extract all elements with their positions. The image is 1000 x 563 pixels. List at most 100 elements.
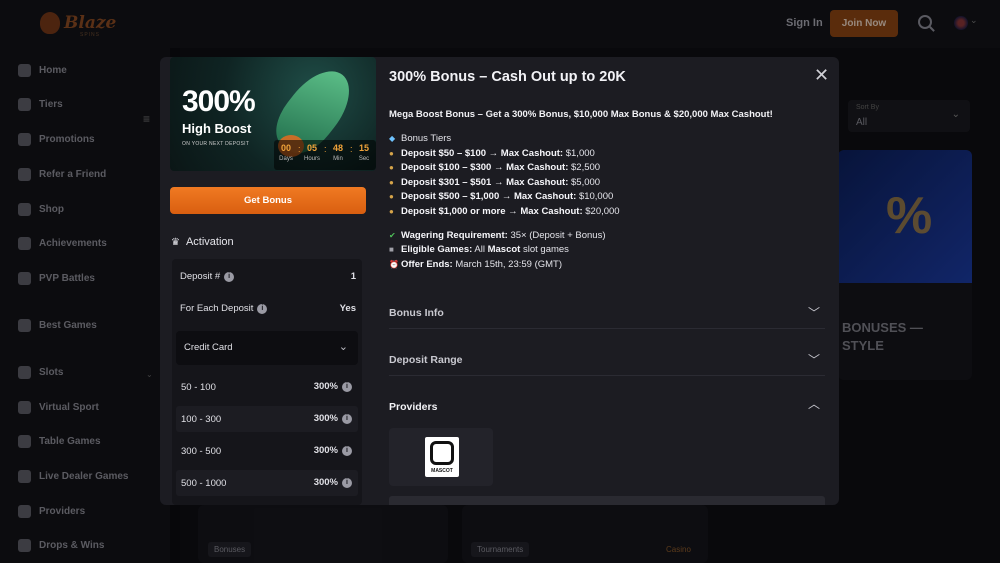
close-icon[interactable]: ✕ (814, 65, 829, 86)
banner-percent: 300% (182, 85, 256, 118)
accordion-title: Providers (389, 401, 438, 413)
deposit-range-row: 300 - 500 300% i (176, 438, 358, 464)
tier-row: ● Deposit $500 – $1,000 → Max Cashout: $1… (389, 191, 613, 202)
range-percent: 300% i (314, 413, 352, 424)
info-icon[interactable]: i (342, 445, 352, 456)
provider-name: MASCOT (431, 468, 453, 474)
tier-deposit: Deposit $301 – $501 → Max Cashout: (401, 177, 569, 188)
wagering-row: ✔ Wagering Requirement: 35× (Deposit + Bo… (389, 230, 606, 241)
activation-heading: ♛ Activation (171, 236, 234, 248)
info-icon[interactable]: i (257, 303, 268, 314)
chevron-up-icon: ︿ (808, 397, 821, 411)
timer-minutes: 48 Min (328, 143, 348, 162)
bonus-modal: 300% High Boost ON YOUR NEXT DEPOSIT 00 D… (160, 57, 839, 505)
banner-subtitle: ON YOUR NEXT DEPOSIT (182, 141, 250, 147)
tier-max: $10,000 (578, 191, 614, 202)
check-icon: ✔ (389, 231, 396, 240)
alarm-clock-icon: ⏰ (389, 260, 399, 269)
info-icon[interactable]: i (342, 413, 352, 424)
mascot-logo: MASCOT (425, 437, 459, 477)
modal-title: 300% Bonus – Cash Out up to 20K (389, 69, 626, 85)
tier-row: ● Deposit $50 – $100 → Max Cashout: $1,00… (389, 148, 595, 159)
ends-label: Offer Ends: (401, 259, 453, 270)
chevron-down-icon: ﹀ (808, 306, 821, 320)
gamepad-icon: ■ (389, 245, 394, 254)
payment-method-select[interactable]: Credit Card ⌄ (176, 331, 358, 365)
info-icon[interactable]: i (342, 381, 352, 392)
banner-title: High Boost (182, 121, 252, 136)
bonus-details: 300% Bonus – Cash Out up to 20K ✕ Mega B… (376, 57, 839, 505)
money-bag-icon: ● (389, 207, 394, 216)
crown-icon: ♛ (171, 236, 180, 248)
chevron-down-icon: ﹀ (808, 353, 821, 367)
bonus-description: Mega Boost Bonus – Get a 300% Bonus, $10… (389, 109, 773, 120)
deposit-range-row: 50 - 100 300% i (176, 374, 358, 400)
timer-separator: : (350, 144, 353, 154)
timer-value: 00 (280, 143, 291, 153)
timer-seconds: 15 Sec (354, 143, 374, 162)
range-value: 50 - 100 (181, 382, 216, 393)
bonus-tiers-heading: ◆ Bonus Tiers (389, 133, 451, 144)
money-bag-icon: ● (389, 192, 394, 201)
get-bonus-button[interactable]: Get Bonus (170, 187, 366, 214)
each-deposit-row: For Each Deposit i Yes (180, 303, 356, 314)
tier-max: $5,000 (571, 177, 601, 188)
accordion-title: Bonus Info (389, 307, 444, 319)
chevron-down-icon: ⌄ (338, 341, 348, 353)
provider-card[interactable]: MASCOT (389, 428, 493, 486)
games-pre: All (474, 244, 485, 255)
tier-max: $20,000 (585, 206, 620, 217)
money-bag-icon: ● (389, 178, 394, 187)
timer-value: 15 (358, 143, 369, 153)
deposit-number-row: Deposit # i 1 (180, 271, 356, 282)
timer-value: 48 (332, 143, 343, 153)
timer-days: 00 Days (276, 143, 296, 162)
tier-row: ● Deposit $301 – $501 → Max Cashout: $5,0… (389, 177, 600, 188)
games-label: Eligible Games: (401, 244, 473, 255)
tier-deposit: Deposit $500 – $1,000 → Max Cashout: (401, 191, 577, 202)
divider (389, 375, 825, 376)
games-brand: Mascot (487, 244, 521, 255)
mascot-mark-icon (430, 441, 454, 465)
timer-value: 05 (306, 143, 317, 153)
timer-label: Days (279, 156, 293, 162)
range-percent-value: 300% (313, 381, 338, 392)
timer-hours: 05 Hours (302, 143, 322, 162)
eligible-games-row: ■ Eligible Games: All Mascot slot games (389, 244, 569, 255)
range-percent-value: 300% (313, 445, 338, 456)
each-deposit-label: For Each Deposit (180, 303, 254, 314)
bonus-side-panel: 300% High Boost ON YOUR NEXT DEPOSIT 00 D… (160, 57, 376, 505)
money-bag-icon: ● (389, 149, 394, 158)
money-bag-icon: ● (389, 163, 394, 172)
provider-list-footer (389, 496, 825, 505)
tier-max: $1,000 (565, 148, 595, 159)
tier-deposit: Deposit $100 – $300 → Max Cashout: (401, 162, 569, 173)
tier-row: ● Deposit $100 – $300 → Max Cashout: $2,5… (389, 162, 600, 173)
range-percent-value: 300% (313, 477, 338, 488)
diamond-icon: ◆ (389, 134, 396, 143)
wagering-label: Wagering Requirement: (401, 230, 508, 241)
timer-label: Hours (303, 156, 320, 162)
page: Blaze SPINS Sign In Join Now ⌄ ≡ Home Ti… (0, 0, 1000, 563)
bonus-banner: 300% High Boost ON YOUR NEXT DEPOSIT 00 D… (170, 57, 376, 171)
tier-deposit: Deposit $1,000 or more → Max Cashout: (401, 206, 583, 217)
range-percent: 300% i (314, 445, 352, 456)
timer-label: Min (333, 156, 343, 162)
tier-row: ● Deposit $1,000 or more → Max Cashout: $… (389, 206, 620, 217)
divider (389, 328, 825, 329)
deposit-number-label-wrap: Deposit # i (180, 271, 235, 282)
deposit-number-value: 1 (350, 271, 356, 282)
tier-max: $2,500 (571, 162, 601, 173)
payment-method-value: Credit Card (184, 342, 233, 353)
wagering-value: 35× (Deposit + Bonus) (510, 230, 606, 241)
tier-deposit: Deposit $50 – $100 → Max Cashout: (401, 148, 564, 159)
deposit-number-label: Deposit # (180, 271, 221, 282)
deposit-range-row: 100 - 300 300% i (176, 406, 358, 432)
accordion-title: Deposit Range (389, 354, 463, 366)
range-percent-value: 300% (313, 413, 338, 424)
tiers-title: Bonus Tiers (401, 133, 452, 144)
timer-separator: : (324, 144, 327, 154)
info-icon[interactable]: i (342, 477, 352, 488)
countdown-timer: 00 Days : 05 Hours : 48 Min : 15 Sec (274, 140, 376, 170)
info-icon[interactable]: i (224, 271, 235, 282)
